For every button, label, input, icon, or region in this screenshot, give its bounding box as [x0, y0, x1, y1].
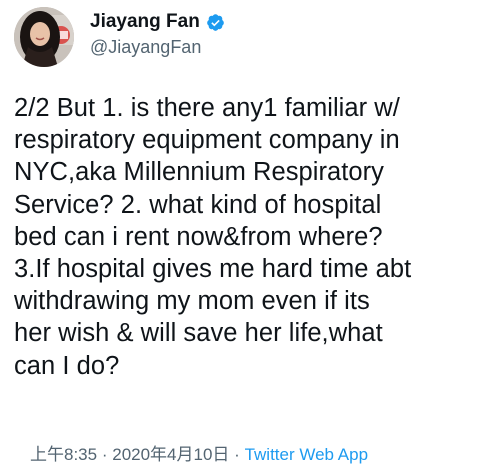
- tweet-date[interactable]: 2020年4月10日: [112, 445, 229, 464]
- tweet-text: 2/2 But 1. is there any1 familiar w/ res…: [14, 94, 412, 380]
- tweet-time[interactable]: 上午8:35: [30, 445, 97, 464]
- tweet-source-link[interactable]: Twitter Web App: [245, 445, 368, 464]
- tweet-metadata: 上午8:35 · 2020年4月10日 · Twitter Web App: [30, 444, 368, 466]
- display-name-row: Jiayang Fan: [90, 10, 225, 34]
- user-handle[interactable]: @JiayangFan: [90, 34, 225, 60]
- display-name[interactable]: Jiayang Fan: [90, 10, 200, 34]
- user-names: Jiayang Fan @JiayangFan: [90, 10, 225, 60]
- meta-separator: ·: [101, 445, 108, 464]
- verified-badge-icon: [206, 13, 225, 32]
- meta-separator: ·: [234, 445, 240, 464]
- tweet-header: Jiayang Fan @JiayangFan: [14, 7, 474, 67]
- avatar-image: [14, 7, 74, 67]
- avatar[interactable]: [14, 7, 74, 67]
